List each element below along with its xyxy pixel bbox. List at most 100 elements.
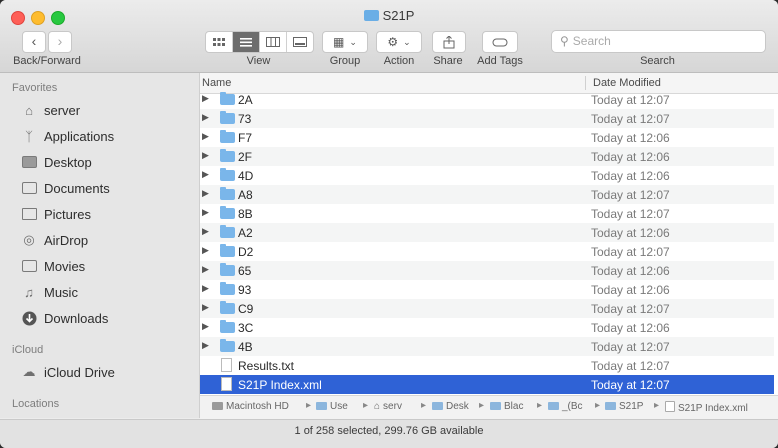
search-label: Search bbox=[640, 55, 675, 67]
disclosure-triangle-icon[interactable]: ▶ bbox=[202, 283, 209, 294]
path-segment[interactable]: Macintosh HD bbox=[212, 401, 289, 412]
disclosure-triangle-icon[interactable]: ▶ bbox=[202, 150, 209, 161]
disclosure-triangle-icon[interactable]: ▶ bbox=[202, 245, 209, 256]
folder-row[interactable]: ▶ D2 Today at 12:07 bbox=[200, 242, 774, 261]
file-list: Name Date Modified ▶ 2A Today at 12:07 ▶ 73 T… bbox=[200, 73, 778, 418]
folder-row[interactable]: ▶ 8B Today at 12:07 bbox=[200, 204, 774, 223]
folder-row[interactable]: ▶ 2A Today at 12:07 bbox=[200, 90, 774, 109]
sidebar-item-downloads[interactable]: Downloads bbox=[20, 306, 108, 330]
folder-row[interactable]: ▶ A2 Today at 12:06 bbox=[200, 223, 774, 242]
path-segment[interactable]: Use bbox=[316, 401, 348, 412]
downloads-icon bbox=[20, 310, 38, 326]
folder-icon bbox=[220, 187, 235, 200]
folder-row[interactable]: ▶ 93 Today at 12:06 bbox=[200, 280, 774, 299]
path-segment-label: S21P Index.xml bbox=[678, 403, 748, 414]
path-segment[interactable]: S21P Index.xml bbox=[665, 401, 748, 414]
path-arrow-icon: ▸ bbox=[654, 400, 660, 411]
path-segment[interactable]: Desk bbox=[432, 401, 469, 412]
item-date-modified: Today at 12:07 bbox=[591, 207, 670, 221]
disclosure-triangle-icon[interactable]: ▶ bbox=[202, 226, 209, 237]
file-row[interactable]: S21P Index.xml Today at 12:07 bbox=[200, 375, 774, 394]
list-view-button[interactable] bbox=[233, 32, 260, 52]
sidebar-item-server[interactable]: ⌂ server bbox=[20, 98, 80, 122]
chevron-down-icon: ⌄ bbox=[349, 36, 357, 47]
disclosure-triangle-icon[interactable]: ▶ bbox=[202, 207, 209, 218]
sidebar-item-desktop[interactable]: Desktop bbox=[20, 150, 92, 174]
back-button[interactable]: ‹ bbox=[22, 31, 46, 53]
folder-row[interactable]: ▶ A8 Today at 12:07 bbox=[200, 185, 774, 204]
disclosure-triangle-icon[interactable]: ▶ bbox=[202, 131, 209, 142]
sidebar-item-applications[interactable]: ᛉ Applications bbox=[20, 124, 114, 148]
share-button[interactable] bbox=[432, 31, 466, 53]
sidebar-item-music[interactable]: ♫ Music bbox=[20, 280, 78, 304]
action-button[interactable]: ⚙ ⌄ bbox=[376, 31, 422, 53]
gallery-view-button[interactable] bbox=[287, 32, 313, 52]
folder-icon bbox=[220, 301, 235, 314]
name-column-header[interactable]: Name bbox=[202, 77, 231, 89]
path-segment[interactable]: _(Bc bbox=[548, 401, 583, 412]
desktop-icon bbox=[20, 154, 38, 170]
folder-row[interactable]: ▶ 4B Today at 12:07 bbox=[200, 337, 774, 356]
item-name: S21P Index.xml bbox=[238, 378, 322, 392]
cloud-icon: ☁ bbox=[22, 364, 36, 379]
column-separator[interactable] bbox=[585, 76, 586, 90]
disclosure-triangle-icon[interactable]: ▶ bbox=[202, 340, 209, 351]
sidebar-item-movies[interactable]: Movies bbox=[20, 254, 85, 278]
disclosure-triangle-icon[interactable]: ▶ bbox=[202, 302, 209, 313]
item-date-modified: Today at 12:07 bbox=[591, 378, 670, 392]
gallery-icon bbox=[293, 37, 307, 47]
sidebar-item-documents[interactable]: Documents bbox=[20, 176, 110, 200]
item-date-modified: Today at 12:06 bbox=[591, 169, 670, 183]
file-row[interactable]: Results.txt Today at 12:07 bbox=[200, 356, 774, 375]
icon-view-button[interactable] bbox=[206, 32, 233, 52]
folder-icon bbox=[220, 92, 235, 105]
item-name: 8B bbox=[238, 207, 253, 221]
disclosure-triangle-icon[interactable]: ▶ bbox=[202, 264, 209, 275]
item-date-modified: Today at 12:07 bbox=[591, 302, 670, 316]
disclosure-triangle-icon[interactable]: ▶ bbox=[202, 112, 209, 123]
folder-row[interactable]: ▶ F7 Today at 12:06 bbox=[200, 128, 774, 147]
pictures-icon bbox=[20, 206, 38, 222]
folder-icon bbox=[220, 206, 235, 219]
folder-icon bbox=[220, 168, 235, 181]
column-view-button[interactable] bbox=[260, 32, 287, 52]
folder-row[interactable]: ▶ 65 Today at 12:06 bbox=[200, 261, 774, 280]
sidebar-item-airdrop[interactable]: ◎ AirDrop bbox=[20, 228, 88, 252]
folder-icon bbox=[605, 402, 616, 410]
sidebar-item-pictures[interactable]: Pictures bbox=[20, 202, 91, 226]
sidebar-item-icloud-drive[interactable]: ☁ iCloud Drive bbox=[20, 360, 115, 384]
chevron-left-icon: ‹ bbox=[31, 33, 37, 49]
finder-window: S21P ‹ › Back/Forward View ▦⌄ Group ⚙⌄ bbox=[0, 0, 778, 448]
folder-row[interactable]: ▶ 73 Today at 12:07 bbox=[200, 109, 774, 128]
folder-row[interactable]: ▶ 4D Today at 12:06 bbox=[200, 166, 774, 185]
folder-icon bbox=[220, 111, 235, 124]
item-date-modified: Today at 12:06 bbox=[591, 264, 670, 278]
locations-header: Locations bbox=[12, 398, 60, 410]
path-segment-label: S21P bbox=[619, 401, 644, 412]
folder-row[interactable]: ▶ C9 Today at 12:07 bbox=[200, 299, 774, 318]
item-date-modified: Today at 12:07 bbox=[591, 188, 670, 202]
disclosure-triangle-icon[interactable]: ▶ bbox=[202, 321, 209, 332]
path-segment-label: Macintosh HD bbox=[226, 401, 289, 412]
home-icon: ⌂ bbox=[374, 401, 381, 412]
music-icon: ♫ bbox=[24, 284, 34, 300]
view-label: View bbox=[246, 55, 271, 67]
group-button[interactable]: ▦ ⌄ bbox=[322, 31, 368, 53]
search-placeholder: Search bbox=[572, 34, 611, 48]
date-column-header[interactable]: Date Modified bbox=[593, 77, 661, 89]
sidebar-item-label: Downloads bbox=[44, 310, 109, 326]
path-segment[interactable]: S21P bbox=[605, 401, 643, 412]
disclosure-triangle-icon[interactable]: ▶ bbox=[202, 188, 209, 199]
folder-icon bbox=[316, 402, 327, 410]
folder-row[interactable]: ▶ 3C Today at 12:06 bbox=[200, 318, 774, 337]
disclosure-triangle-icon[interactable]: ▶ bbox=[202, 93, 209, 104]
add-tags-button[interactable] bbox=[482, 31, 518, 53]
disclosure-triangle-icon[interactable]: ▶ bbox=[202, 169, 209, 180]
add-tags-label: Add Tags bbox=[477, 55, 523, 67]
folder-row[interactable]: ▶ 2F Today at 12:06 bbox=[200, 147, 774, 166]
path-segment[interactable]: ⌂ serv bbox=[374, 401, 402, 412]
status-text: 1 of 258 selected, 299.76 GB available bbox=[294, 425, 484, 437]
path-segment[interactable]: Blac bbox=[490, 401, 523, 412]
forward-button[interactable]: › bbox=[48, 31, 72, 53]
search-field[interactable]: ⚲ Search bbox=[551, 30, 766, 53]
